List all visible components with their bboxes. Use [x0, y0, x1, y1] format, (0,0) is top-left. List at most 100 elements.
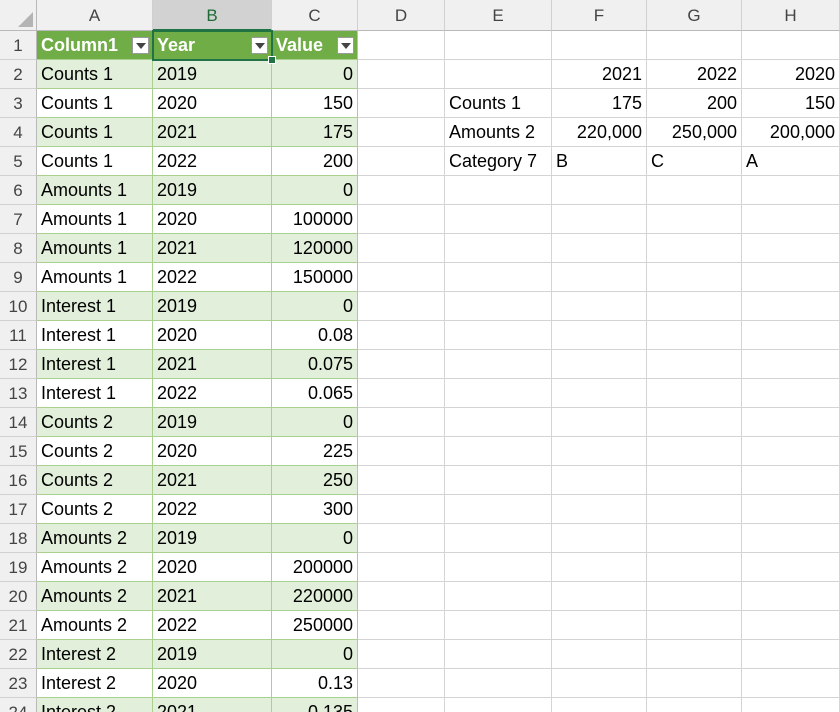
- empty-cell[interactable]: [445, 669, 552, 698]
- table-cell[interactable]: Interest 2: [37, 640, 153, 669]
- summary-cell[interactable]: 200,000: [742, 118, 840, 147]
- table-cell[interactable]: 120000: [272, 234, 358, 263]
- empty-cell[interactable]: [552, 321, 647, 350]
- table-cell[interactable]: Amounts 1: [37, 205, 153, 234]
- empty-cell[interactable]: [358, 31, 445, 60]
- summary-cell[interactable]: B: [552, 147, 647, 176]
- empty-cell[interactable]: [552, 553, 647, 582]
- empty-cell[interactable]: [358, 89, 445, 118]
- empty-cell[interactable]: [445, 437, 552, 466]
- table-cell[interactable]: 0.135: [272, 698, 358, 712]
- summary-cell[interactable]: 220,000: [552, 118, 647, 147]
- column-header-g[interactable]: G: [647, 0, 742, 31]
- empty-cell[interactable]: [358, 669, 445, 698]
- row-header-22[interactable]: 22: [0, 640, 37, 669]
- table-cell[interactable]: Amounts 1: [37, 176, 153, 205]
- empty-cell[interactable]: [552, 466, 647, 495]
- empty-cell[interactable]: [445, 292, 552, 321]
- row-header-18[interactable]: 18: [0, 524, 37, 553]
- row-header-11[interactable]: 11: [0, 321, 37, 350]
- table-cell[interactable]: 0: [272, 408, 358, 437]
- empty-cell[interactable]: [445, 234, 552, 263]
- empty-cell[interactable]: [742, 292, 840, 321]
- empty-cell[interactable]: [445, 31, 552, 60]
- summary-row-label[interactable]: Counts 1: [445, 89, 552, 118]
- column-header-e[interactable]: E: [445, 0, 552, 31]
- column-header-a[interactable]: A: [37, 0, 153, 31]
- table-cell[interactable]: 2021: [153, 350, 272, 379]
- empty-cell[interactable]: [552, 379, 647, 408]
- table-cell[interactable]: Amounts 2: [37, 524, 153, 553]
- table-cell[interactable]: 0.065: [272, 379, 358, 408]
- empty-cell[interactable]: [742, 553, 840, 582]
- table-cell[interactable]: 2019: [153, 292, 272, 321]
- table-cell[interactable]: 2022: [153, 263, 272, 292]
- empty-cell[interactable]: [552, 176, 647, 205]
- table-cell[interactable]: 2020: [153, 89, 272, 118]
- table-cell[interactable]: 2022: [153, 611, 272, 640]
- row-header-1[interactable]: 1: [0, 31, 37, 60]
- empty-cell[interactable]: [647, 640, 742, 669]
- filter-dropdown-icon[interactable]: [132, 37, 149, 54]
- row-header-10[interactable]: 10: [0, 292, 37, 321]
- table-cell[interactable]: Counts 2: [37, 466, 153, 495]
- empty-cell[interactable]: [647, 263, 742, 292]
- row-header-6[interactable]: 6: [0, 176, 37, 205]
- empty-cell[interactable]: [742, 582, 840, 611]
- empty-cell[interactable]: [445, 408, 552, 437]
- column-header-h[interactable]: H: [742, 0, 840, 31]
- empty-cell[interactable]: [445, 553, 552, 582]
- empty-cell[interactable]: [742, 350, 840, 379]
- empty-cell[interactable]: [445, 379, 552, 408]
- row-header-5[interactable]: 5: [0, 147, 37, 176]
- empty-cell[interactable]: [647, 31, 742, 60]
- empty-cell[interactable]: [552, 408, 647, 437]
- table-cell[interactable]: Amounts 1: [37, 234, 153, 263]
- empty-cell[interactable]: [552, 582, 647, 611]
- empty-cell[interactable]: [647, 350, 742, 379]
- table-cell[interactable]: 2021: [153, 234, 272, 263]
- empty-cell[interactable]: [552, 698, 647, 712]
- empty-cell[interactable]: [445, 466, 552, 495]
- empty-cell[interactable]: [742, 321, 840, 350]
- empty-cell[interactable]: [358, 118, 445, 147]
- empty-cell[interactable]: [552, 437, 647, 466]
- table-cell[interactable]: 2021: [153, 118, 272, 147]
- table-cell[interactable]: Counts 1: [37, 118, 153, 147]
- empty-cell[interactable]: [445, 263, 552, 292]
- summary-cell[interactable]: 200: [647, 89, 742, 118]
- column-header-c[interactable]: C: [272, 0, 358, 31]
- column-header-d[interactable]: D: [358, 0, 445, 31]
- empty-cell[interactable]: [742, 31, 840, 60]
- summary-cell[interactable]: 250,000: [647, 118, 742, 147]
- table-cell[interactable]: 2019: [153, 640, 272, 669]
- table-cell[interactable]: 0.13: [272, 669, 358, 698]
- table-cell[interactable]: 0: [272, 524, 358, 553]
- summary-cell[interactable]: A: [742, 147, 840, 176]
- empty-cell[interactable]: [358, 582, 445, 611]
- empty-cell[interactable]: [358, 611, 445, 640]
- empty-cell[interactable]: [358, 292, 445, 321]
- row-header-17[interactable]: 17: [0, 495, 37, 524]
- table-cell[interactable]: 220000: [272, 582, 358, 611]
- table-cell[interactable]: Interest 2: [37, 669, 153, 698]
- empty-cell[interactable]: [647, 437, 742, 466]
- empty-cell[interactable]: [358, 437, 445, 466]
- table-cell[interactable]: 0: [272, 176, 358, 205]
- table-cell[interactable]: 2021: [153, 698, 272, 712]
- empty-cell[interactable]: [358, 147, 445, 176]
- empty-cell[interactable]: [358, 350, 445, 379]
- table-cell[interactable]: 2022: [153, 495, 272, 524]
- table-cell[interactable]: 225: [272, 437, 358, 466]
- empty-cell[interactable]: [445, 611, 552, 640]
- empty-cell[interactable]: [742, 466, 840, 495]
- summary-header-cell[interactable]: 2022: [647, 60, 742, 89]
- row-header-7[interactable]: 7: [0, 205, 37, 234]
- table-cell[interactable]: 2021: [153, 582, 272, 611]
- table-cell[interactable]: 2019: [153, 60, 272, 89]
- row-header-16[interactable]: 16: [0, 466, 37, 495]
- empty-cell[interactable]: [742, 176, 840, 205]
- table-cell[interactable]: 150: [272, 89, 358, 118]
- empty-cell[interactable]: [742, 611, 840, 640]
- empty-cell[interactable]: [358, 524, 445, 553]
